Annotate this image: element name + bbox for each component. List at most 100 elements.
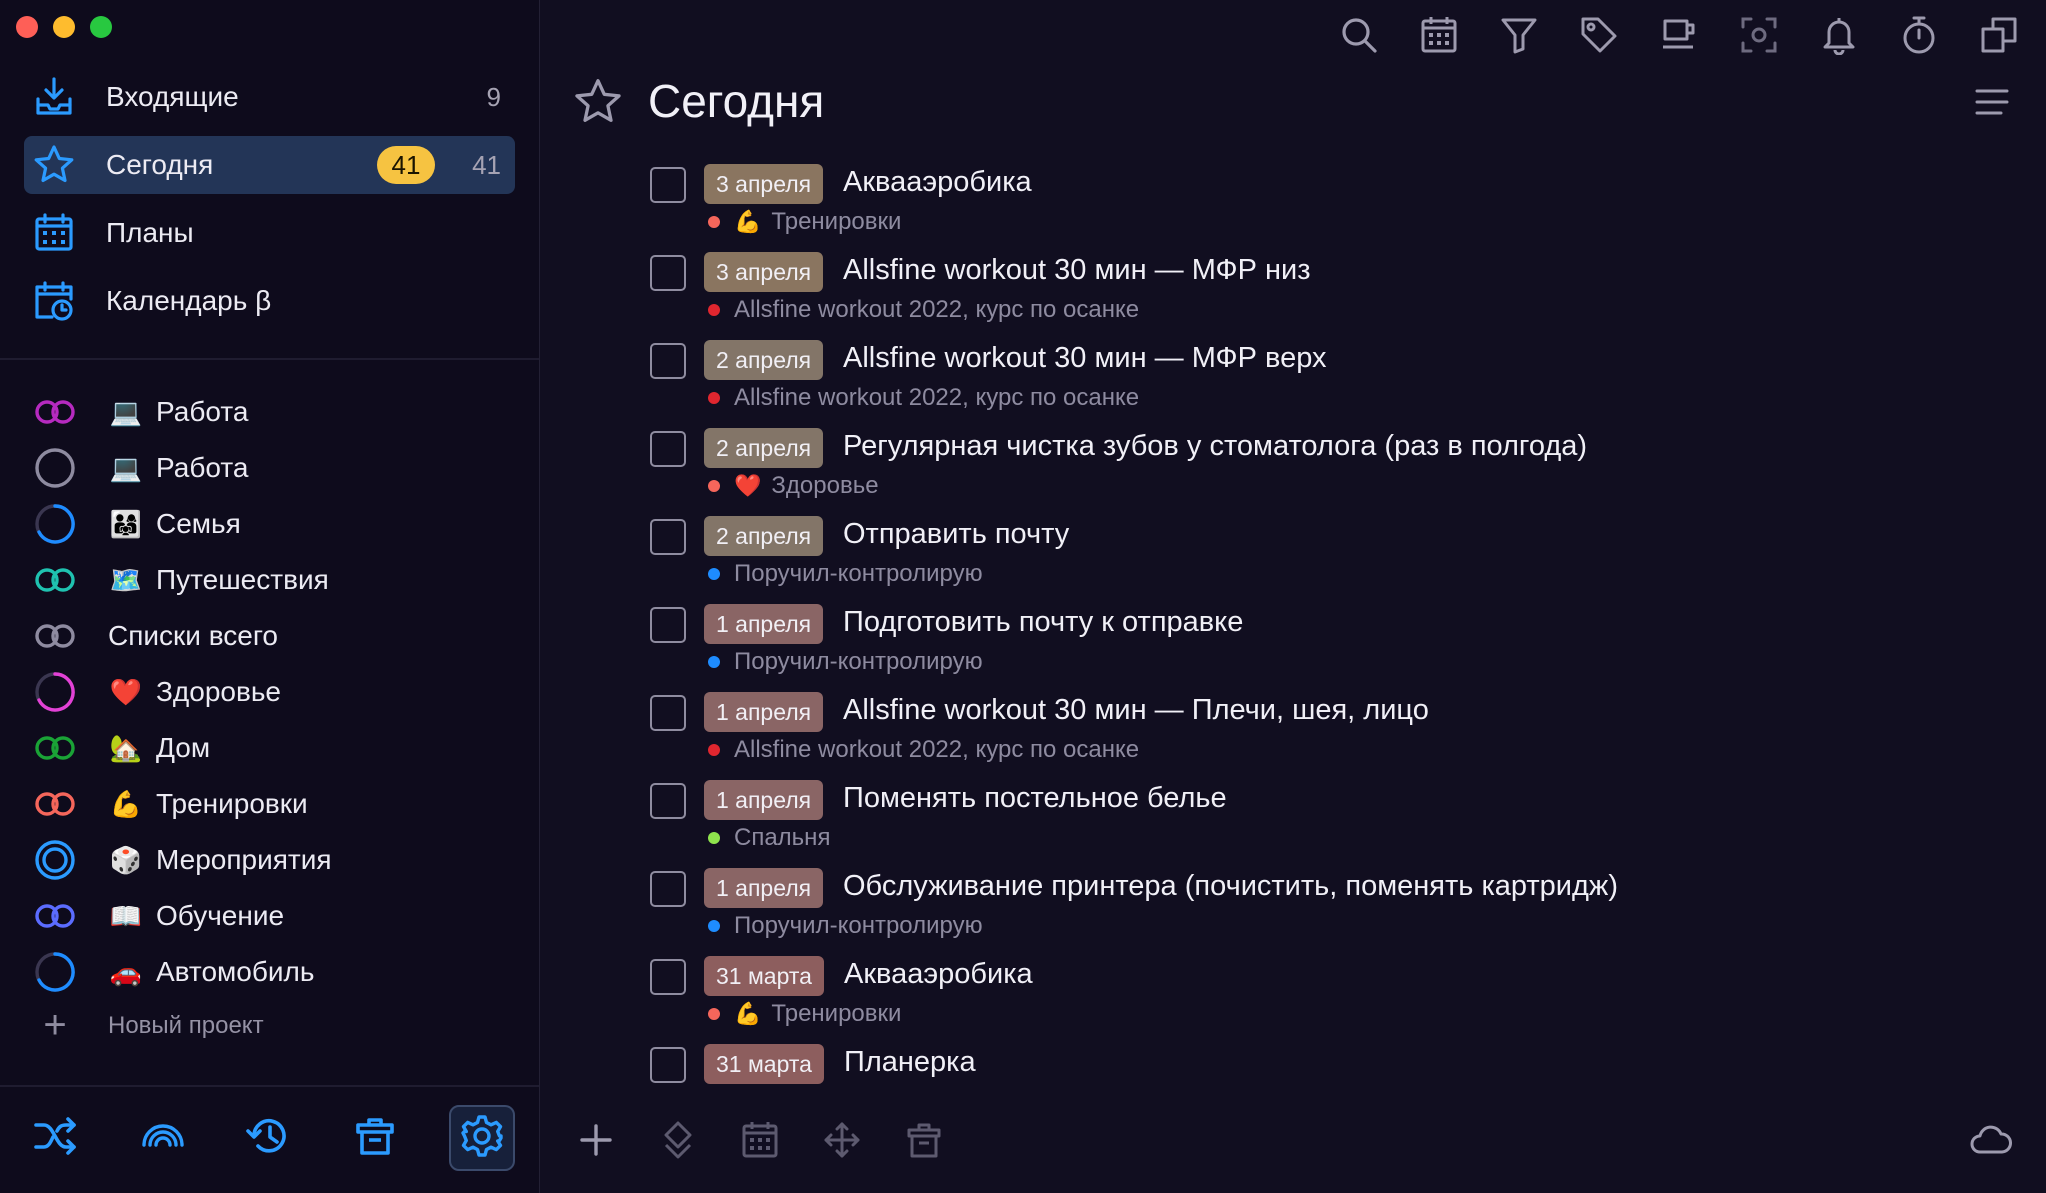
task-row[interactable]: 2 апреля Регулярная чистка зубов у стомат… (648, 424, 2028, 512)
task-row[interactable]: 3 апреля Аквааэробика 💪 Тренировки (648, 160, 2028, 248)
project-emoji-icon: 💪 (734, 1001, 762, 1026)
task-row[interactable]: 1 апреля Обслуживание принтера (почистить… (648, 864, 2028, 952)
task-project[interactable]: 💪 Тренировки (708, 1000, 901, 1028)
priority-button[interactable] (653, 1117, 703, 1167)
task-project[interactable]: Поручил-контролирую (708, 560, 983, 588)
close-window-button[interactable] (16, 16, 38, 38)
task-checkbox[interactable] (650, 607, 686, 643)
new-project-button[interactable]: + Новый проект (32, 1003, 264, 1048)
shuffle-icon (32, 1113, 78, 1164)
new-window-button[interactable] (1974, 12, 2024, 62)
project-label: Обучение (156, 900, 285, 931)
zoom-window-button[interactable] (90, 16, 112, 38)
project-progress-ring-icon (32, 501, 78, 547)
sync-button[interactable] (1966, 1117, 2016, 1167)
task-date-tag: 1 апреля (704, 780, 824, 820)
task-checkbox[interactable] (650, 519, 686, 555)
filter-button[interactable] (1494, 12, 1544, 62)
window-controls (16, 16, 112, 38)
coffee-break-button[interactable] (1654, 12, 1704, 62)
task-checkbox[interactable] (650, 167, 686, 203)
task-checkbox[interactable] (650, 431, 686, 467)
task-row[interactable]: 3 апреля Allsfine workout 30 мин — МФР ни… (648, 248, 2028, 336)
tags-button[interactable] (1574, 12, 1624, 62)
task-checkbox[interactable] (650, 1047, 686, 1083)
new-project-label: Новый проект (108, 1011, 264, 1039)
projects-list: 💻 Работа 💻 Работа 👨‍👩‍👧 Семья 🗺️ Путешествия Спи… (0, 384, 539, 1000)
settings-button[interactable] (449, 1105, 515, 1171)
priority-diamond-icon (658, 1120, 698, 1165)
add-task-button[interactable] (571, 1117, 621, 1167)
nav-calendar[interactable]: Календарь β (24, 272, 515, 330)
menu-button[interactable] (1974, 84, 2010, 120)
task-project-label: Поручил-контролирую (734, 912, 983, 939)
task-project-label: Тренировки (771, 1000, 902, 1027)
task-project-label: Спальня (734, 824, 831, 851)
task-row[interactable]: 2 апреля Отправить почту Поручил-контролир… (648, 512, 2028, 600)
project-item[interactable]: 👨‍👩‍👧 Семья (0, 496, 539, 552)
notifications-button[interactable] (1814, 12, 1864, 62)
bottom-toolbar (540, 1093, 2046, 1193)
calendar-icon (740, 1120, 780, 1165)
project-item[interactable]: 📖 Обучение (0, 888, 539, 944)
search-button[interactable] (1334, 12, 1384, 62)
task-project[interactable]: Поручил-контролирую (708, 912, 983, 940)
task-date-tag: 31 марта (704, 1044, 824, 1084)
task-row[interactable]: 1 апреля Подготовить почту к отправке Пору… (648, 600, 2028, 688)
calendar-view-button[interactable] (1414, 12, 1464, 62)
shuffle-button[interactable] (22, 1105, 88, 1171)
nav-inbox[interactable]: Входящие 9 (24, 68, 515, 126)
task-project[interactable]: Allsfine workout 2022, курс по осанке (708, 736, 1139, 764)
task-title: Аквааэробика (844, 958, 1033, 990)
task-project-label: Поручил-контролирую (734, 648, 983, 675)
task-project[interactable]: Спальня (708, 824, 830, 852)
history-button[interactable] (236, 1105, 302, 1171)
project-label: Работа (156, 396, 249, 427)
filter-icon (1499, 15, 1539, 60)
task-checkbox[interactable] (650, 255, 686, 291)
trash-button[interactable] (342, 1105, 408, 1171)
task-checkbox[interactable] (650, 695, 686, 731)
project-color-dot (708, 480, 720, 492)
task-row[interactable]: 31 марта Аквааэробика 💪 Тренировки (648, 952, 2028, 1040)
rainbow-button[interactable] (130, 1105, 196, 1171)
nav-today[interactable]: Сегодня 41 41 (24, 136, 515, 194)
task-title: Allsfine workout 30 мин — Плечи, шея, ли… (843, 694, 1429, 726)
task-project[interactable]: ❤️ Здоровье (708, 472, 879, 500)
delete-task-button[interactable] (899, 1117, 949, 1167)
focus-button[interactable] (1734, 12, 1784, 62)
project-item[interactable]: 🗺️ Путешествия (0, 552, 539, 608)
task-project[interactable]: Поручил-контролирую (708, 648, 983, 676)
task-project[interactable]: Allsfine workout 2022, курс по осанке (708, 384, 1139, 412)
project-emoji-icon: 🗺️ (109, 564, 143, 595)
project-item[interactable]: 🎲 Мероприятия (0, 832, 539, 888)
task-row[interactable]: 1 апреля Поменять постельное белье Спальня (648, 776, 2028, 864)
task-checkbox[interactable] (650, 871, 686, 907)
project-item[interactable]: 💪 Тренировки (0, 776, 539, 832)
task-row[interactable]: 2 апреля Allsfine workout 30 мин — МФР ве… (648, 336, 2028, 424)
task-project[interactable]: Allsfine workout 2022, курс по осанке (708, 296, 1139, 324)
project-item[interactable]: Списки всего (0, 608, 539, 664)
project-item[interactable]: ❤️ Здоровье (0, 664, 539, 720)
task-checkbox[interactable] (650, 343, 686, 379)
move-button[interactable] (817, 1117, 867, 1167)
project-emoji-icon: 💪 (734, 209, 762, 234)
task-row[interactable]: 1 апреля Allsfine workout 30 мин — Плечи,… (648, 688, 2028, 776)
timer-button[interactable] (1894, 12, 1944, 62)
task-project[interactable]: 💪 Тренировки (708, 208, 901, 236)
nav-plans[interactable]: Планы (24, 204, 515, 262)
project-item[interactable]: 🏡 Дом (0, 720, 539, 776)
task-checkbox[interactable] (650, 783, 686, 819)
schedule-button[interactable] (735, 1117, 785, 1167)
task-date-tag: 1 апреля (704, 868, 824, 908)
rainbow-icon (140, 1113, 186, 1164)
task-checkbox[interactable] (650, 959, 686, 995)
project-item[interactable]: 💻 Работа (0, 384, 539, 440)
project-item[interactable]: 🚗 Автомобиль (0, 944, 539, 1000)
task-title: Поменять постельное белье (843, 782, 1227, 814)
task-title: Подготовить почту к отправке (843, 606, 1244, 638)
minimize-window-button[interactable] (53, 16, 75, 38)
project-item[interactable]: 💻 Работа (0, 440, 539, 496)
gear-icon (459, 1113, 505, 1164)
project-label: Работа (156, 452, 249, 483)
